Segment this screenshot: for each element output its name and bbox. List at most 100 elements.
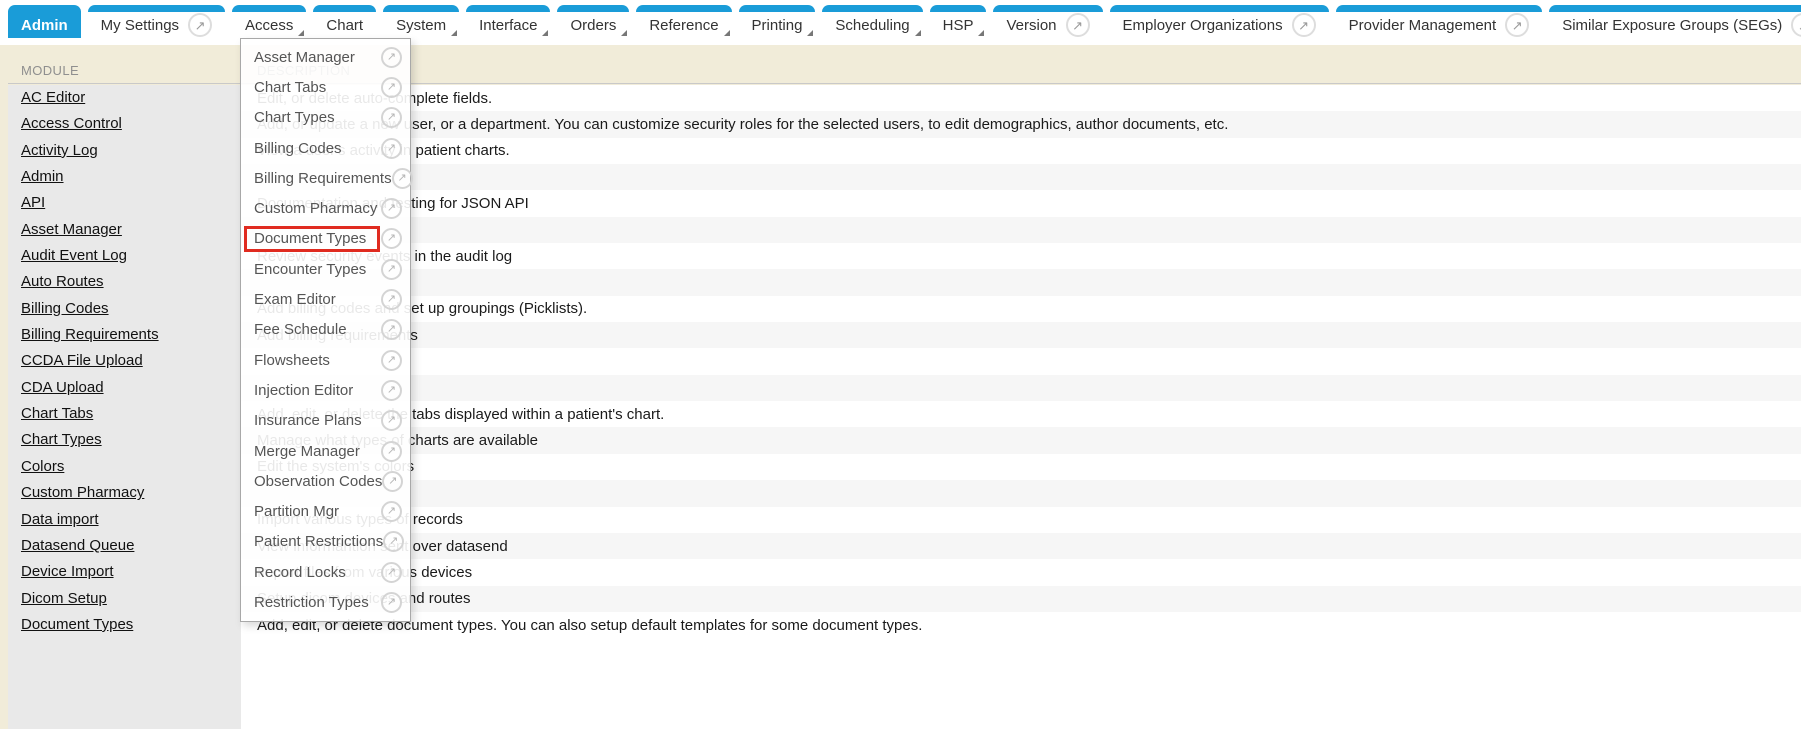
sidebar-item-document-types[interactable]: Document Types [8, 612, 241, 638]
nav-tab-label: Interface [479, 17, 537, 34]
nav-tab-orders[interactable]: Orders [557, 5, 629, 38]
nav-tab-interface[interactable]: Interface [466, 5, 550, 38]
chart-menu-item-record-locks[interactable]: Record Locks ↗ [241, 557, 410, 587]
nav-tab-system[interactable]: System [383, 5, 459, 38]
menu-item-label: Insurance Plans [254, 412, 362, 429]
external-link-icon[interactable]: ↗ [392, 168, 413, 189]
sidebar-item-audit-event-log[interactable]: Audit Event Log [8, 243, 241, 269]
description-row [241, 480, 1801, 506]
sidebar-item-api[interactable]: API [8, 190, 241, 216]
external-link-icon[interactable]: ↗ [381, 289, 402, 310]
nav-tab-chart[interactable]: Chart [313, 5, 376, 38]
external-link-icon[interactable]: ↗ [383, 531, 404, 552]
external-link-icon[interactable]: ↗ [382, 471, 403, 492]
chart-menu-item-observation-codes[interactable]: Observation Codes↗ [241, 466, 410, 496]
sidebar-item-auto-routes[interactable]: Auto Routes [8, 269, 241, 295]
external-link-icon[interactable]: ↗ [381, 198, 402, 219]
menu-item-label: Merge Manager [254, 443, 360, 460]
chart-menu-item-injection-editor[interactable]: Injection Editor↗ [241, 375, 410, 405]
chart-menu-item-chart-types[interactable]: Chart Types↗ [241, 103, 410, 133]
external-link-icon[interactable]: ↗ [381, 259, 402, 280]
chart-menu-item-merge-manager[interactable]: Merge Manager ↗ [241, 436, 410, 466]
external-link-icon[interactable]: ↗ [381, 592, 402, 613]
external-link-icon[interactable]: ↗ [1505, 13, 1529, 37]
sidebar-item-activity-log[interactable]: Activity Log [8, 138, 241, 164]
description-row [241, 375, 1801, 401]
chart-menu-item-restriction-types[interactable]: Restriction Types↗ [241, 587, 410, 617]
chart-menu-item-billing-codes[interactable]: Billing Codes↗ [241, 133, 410, 163]
chart-menu-item-encounter-types[interactable]: Encounter Types ↗ [241, 254, 410, 284]
nav-tab-admin[interactable]: Admin [8, 5, 81, 38]
sidebar-item-chart-types[interactable]: Chart Types [8, 427, 241, 453]
chart-menu-item-insurance-plans[interactable]: Insurance Plans ↗ [241, 406, 410, 436]
chart-menu-item-chart-tabs[interactable]: Chart Tabs↗ [241, 72, 410, 102]
menu-item-label: Custom Pharmacy [254, 200, 377, 217]
sidebar-item-chart-tabs[interactable]: Chart Tabs [8, 401, 241, 427]
nav-tab-provider-management[interactable]: Provider Management↗ [1336, 5, 1543, 38]
chart-menu-item-billing-requirements[interactable]: Billing Requirements↗ [241, 163, 410, 193]
chart-menu-item-document-types[interactable]: Document Types ↗ [241, 224, 410, 254]
external-link-icon[interactable]: ↗ [381, 501, 402, 522]
chart-menu-item-partition-mgr[interactable]: Partition Mgr↗ [241, 496, 410, 526]
sidebar-item-device-import[interactable]: Device Import [8, 559, 241, 585]
nav-tab-access[interactable]: Access [232, 5, 306, 38]
nav-tab-employer-organizations[interactable]: Employer Organizations↗ [1110, 5, 1329, 38]
external-link-icon[interactable]: ↗ [1292, 13, 1316, 37]
nav-tab-printing[interactable]: Printing [739, 5, 816, 38]
external-link-icon[interactable]: ↗ [381, 107, 402, 128]
menu-item-label: Document Types [254, 230, 366, 247]
description-row: Edit the system's colors [241, 454, 1801, 480]
sidebar-item-ac-editor[interactable]: AC Editor [8, 85, 241, 111]
sidebar-item-cda-upload[interactable]: CDA Upload [8, 375, 241, 401]
chart-menu-item-asset-manager[interactable]: Asset Manager↗ [241, 42, 410, 72]
sidebar-item-billing-requirements[interactable]: Billing Requirements [8, 322, 241, 348]
menu-item-label: Exam Editor [254, 291, 336, 308]
chart-menu-item-exam-editor[interactable]: Exam Editor ↗ [241, 284, 410, 314]
chart-menu-item-flowsheets[interactable]: Flowsheets ↗ [241, 345, 410, 375]
nav-tab-similar-exposure-groups-segs[interactable]: Similar Exposure Groups (SEGs)↗ [1549, 5, 1801, 38]
description-row: Documentation and testing for JSON API [241, 190, 1801, 216]
nav-tab-scheduling[interactable]: Scheduling [822, 5, 922, 38]
sidebar-item-admin[interactable]: Admin [8, 164, 241, 190]
external-link-icon[interactable]: ↗ [381, 380, 402, 401]
chart-menu-item-patient-restrictions[interactable]: Patient Restrictions↗ [241, 527, 410, 557]
sidebar-item-dicom-setup[interactable]: Dicom Setup [8, 586, 241, 612]
external-link-icon[interactable]: ↗ [381, 562, 402, 583]
external-link-icon[interactable]: ↗ [381, 319, 402, 340]
external-link-icon[interactable]: ↗ [381, 228, 402, 249]
external-link-icon[interactable]: ↗ [381, 410, 402, 431]
sidebar-item-ccda-file-upload[interactable]: CCDA File Upload [8, 348, 241, 374]
menu-item-label: Flowsheets [254, 352, 330, 369]
description-row: Add, or update a new user, or a departme… [241, 111, 1801, 137]
description-row [241, 217, 1801, 243]
external-link-icon[interactable]: ↗ [381, 77, 402, 98]
description-row [241, 269, 1801, 295]
chart-dropdown-menu: Asset Manager↗Chart Tabs↗Chart Types↗Bil… [240, 38, 411, 622]
nav-tab-version[interactable]: Version↗ [993, 5, 1102, 38]
external-link-icon[interactable]: ↗ [1791, 13, 1801, 37]
external-link-icon[interactable]: ↗ [381, 350, 402, 371]
sidebar-item-colors[interactable]: Colors [8, 454, 241, 480]
nav-tab-hsp[interactable]: HSP [930, 5, 987, 38]
menu-item-label: Record Locks [254, 564, 346, 581]
description-table: Edit, or delete auto-complete fields.Add… [241, 85, 1801, 638]
sidebar-item-custom-pharmacy[interactable]: Custom Pharmacy [8, 480, 241, 506]
menu-item-label: Encounter Types [254, 261, 366, 278]
nav-tab-my-settings[interactable]: My Settings↗ [88, 5, 225, 38]
chart-menu-item-fee-schedule[interactable]: Fee Schedule↗ [241, 315, 410, 345]
external-link-icon[interactable]: ↗ [381, 441, 402, 462]
external-link-icon[interactable]: ↗ [381, 138, 402, 159]
nav-tab-label: Chart [326, 17, 363, 34]
sidebar-item-data-import[interactable]: Data import [8, 507, 241, 533]
sidebar-item-datasend-queue[interactable]: Datasend Queue [8, 533, 241, 559]
menu-item-label: Patient Restrictions [254, 533, 383, 550]
sidebar-item-access-control[interactable]: Access Control [8, 111, 241, 137]
chart-menu-item-custom-pharmacy[interactable]: Custom Pharmacy↗ [241, 193, 410, 223]
external-link-icon[interactable]: ↗ [381, 47, 402, 68]
sidebar-item-asset-manager[interactable]: Asset Manager [8, 217, 241, 243]
nav-tab-reference[interactable]: Reference [636, 5, 731, 38]
external-link-icon[interactable]: ↗ [188, 13, 212, 37]
external-link-icon[interactable]: ↗ [1066, 13, 1090, 37]
sidebar-item-billing-codes[interactable]: Billing Codes [8, 296, 241, 322]
nav-tab-label: System [396, 17, 446, 34]
